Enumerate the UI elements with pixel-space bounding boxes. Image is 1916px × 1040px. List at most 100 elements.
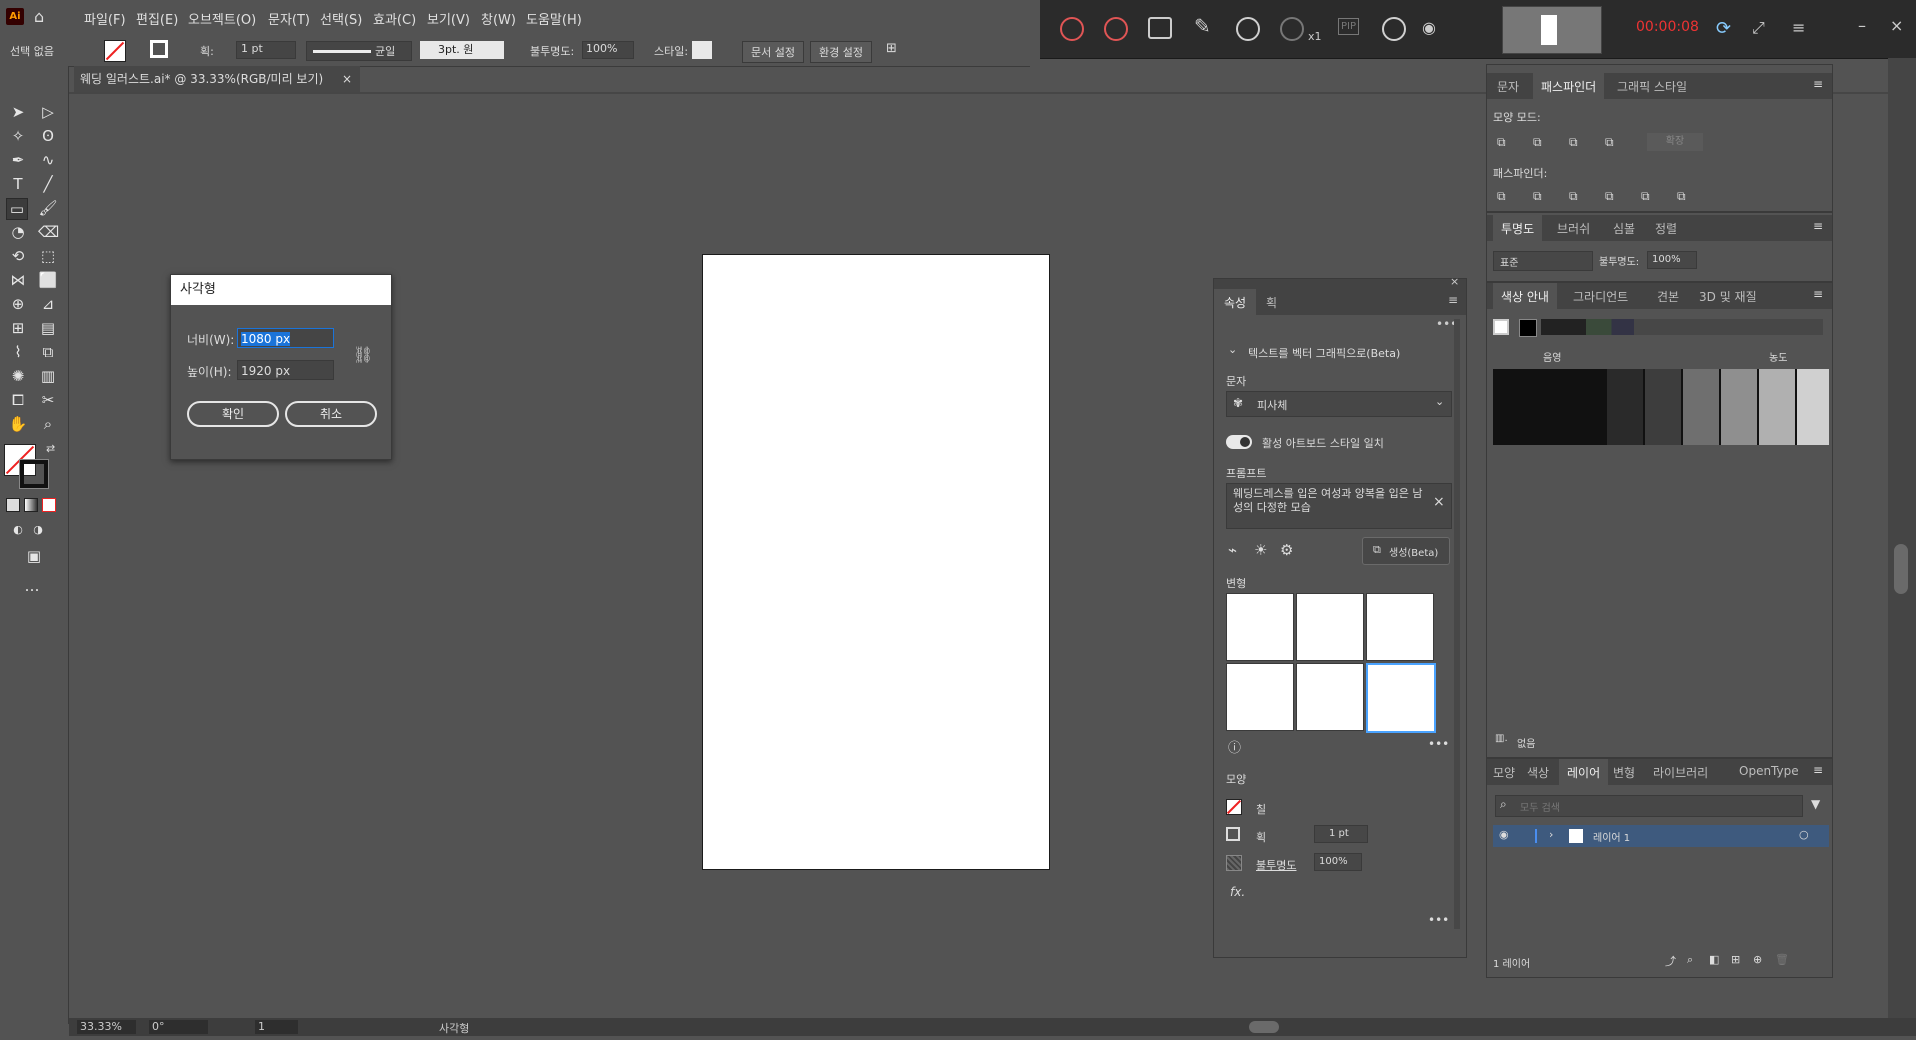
gradient-mode-icon[interactable] [24, 498, 38, 512]
prompt-suggestions-icon[interactable]: ☀ [1254, 541, 1267, 559]
zoom-field[interactable]: 33.33% [77, 1020, 136, 1034]
stop-icon[interactable] [1104, 17, 1128, 41]
opacity-field[interactable]: 100% [1314, 853, 1362, 871]
menu-type[interactable]: 문자(T) [268, 9, 310, 28]
screen-mode-icon[interactable]: ▣ [24, 546, 44, 566]
menu-object[interactable]: 오브젝트(O) [188, 9, 256, 28]
tab-properties[interactable]: 속성 [1214, 289, 1257, 316]
vertical-scrollbar[interactable] [1888, 58, 1916, 1018]
zoom-in-icon[interactable] [1236, 17, 1260, 41]
variable-width-profile[interactable]: 균일 [306, 41, 412, 61]
variation-thumbnail[interactable] [1366, 593, 1434, 661]
match-style-toggle[interactable] [1226, 435, 1252, 449]
tab-pathfinder[interactable]: 패스파인더 [1533, 73, 1605, 100]
tab-align[interactable]: 정렬 [1655, 220, 1677, 237]
swap-colors-icon[interactable]: ⇄ [46, 442, 55, 455]
artboard-number[interactable]: 1 [255, 1020, 298, 1034]
layer-name[interactable]: 레이어 1 [1593, 829, 1630, 844]
eye-icon[interactable]: ◉ [1422, 18, 1436, 37]
tab-layers[interactable]: 레이어 [1559, 759, 1609, 786]
none-mode-icon[interactable] [42, 498, 56, 512]
menu-window[interactable]: 창(W) [481, 9, 516, 28]
expand-layer-chevron-icon[interactable]: › [1549, 828, 1553, 841]
layer-row[interactable]: ◉ › 레이어 1 ○ [1493, 825, 1829, 847]
harmony-swatch[interactable] [1519, 319, 1537, 337]
perspective-grid-tool-icon[interactable]: ⊿ [38, 294, 58, 314]
minimize-icon[interactable]: – [1858, 16, 1866, 35]
selection-tool-icon[interactable]: ➤ [8, 102, 28, 122]
export-icon[interactable]: ⤴ [1665, 953, 1676, 969]
eraser-tool-icon[interactable]: ⌫ [38, 222, 59, 242]
stroke-weight-input[interactable]: 1 pt [236, 41, 296, 59]
stroke-swatch[interactable] [150, 40, 168, 58]
height-input[interactable]: 1920 px [237, 360, 334, 380]
variation-thumbnail[interactable] [1296, 593, 1364, 661]
tab-transform[interactable]: 변형 [1613, 764, 1635, 781]
horizontal-scroll-thumb[interactable] [1249, 1021, 1279, 1033]
variation-thumbnail[interactable] [1226, 593, 1294, 661]
menu-edit[interactable]: 편집(E) [136, 9, 178, 28]
tab-transparency[interactable]: 투명도 [1493, 215, 1543, 242]
stroke-weight-field[interactable]: 1 pt [1314, 825, 1368, 843]
tab-color-guide[interactable]: 색상 안내 [1493, 283, 1557, 310]
color-variation-grid[interactable] [1493, 369, 1829, 445]
target-circle-icon[interactable]: ○ [1799, 828, 1809, 841]
menu-view[interactable]: 보기(V) [427, 9, 470, 28]
more-tools-icon[interactable]: … [22, 576, 42, 596]
menu-select[interactable]: 선택(S) [320, 9, 362, 28]
home-icon[interactable]: ⌂ [34, 7, 54, 27]
intersect-icon[interactable]: ⧉ [1569, 135, 1578, 150]
cursor-effect-icon[interactable] [1382, 17, 1406, 41]
settings-gear-icon[interactable]: ⚙ [1280, 541, 1293, 559]
crop-icon[interactable]: ⧉ [1605, 189, 1614, 204]
delete-layer-icon[interactable]: 🗑 [1775, 953, 1789, 966]
swatch-library-icon[interactable]: ▥. [1495, 733, 1508, 744]
base-color-swatch[interactable] [1493, 319, 1509, 335]
fill-swatch[interactable] [104, 40, 126, 62]
style-swatch[interactable] [692, 41, 712, 59]
rotation-field[interactable]: 0° [149, 1020, 208, 1034]
eyedropper-tool-icon[interactable]: ⌇ [8, 342, 28, 362]
clipping-mask-icon[interactable]: ◧ [1709, 953, 1719, 966]
minus-back-icon[interactable]: ⧉ [1677, 189, 1686, 204]
brush-definition[interactable]: 3pt. 원 [420, 41, 504, 59]
outline-icon[interactable]: ⧉ [1641, 189, 1650, 204]
prompt-textarea[interactable]: 웨딩드레스를 입은 여성과 양복을 입은 남성의 다정한 모습 × [1226, 483, 1452, 529]
minus-front-icon[interactable]: ⧉ [1533, 135, 1542, 150]
fx-button[interactable]: fx. [1230, 885, 1245, 899]
document-setup-button[interactable]: 문서 설정 [742, 41, 804, 63]
align-icon[interactable]: ⊞ [886, 41, 897, 56]
variation-thumbnail[interactable] [1226, 663, 1294, 731]
trim-icon[interactable]: ⧉ [1533, 189, 1542, 204]
camera-icon[interactable] [1148, 17, 1172, 39]
width-input[interactable]: 1080 px [237, 328, 334, 348]
generate-button[interactable]: ⧉ 생성(Beta) [1362, 537, 1450, 565]
tab-swatches[interactable]: 견본 [1657, 288, 1679, 305]
tab-stroke[interactable]: 획 [1266, 294, 1277, 311]
artboard[interactable] [702, 254, 1050, 870]
unite-icon[interactable]: ⧉ [1497, 135, 1506, 150]
harmony-rules-dropdown[interactable] [1541, 319, 1823, 335]
type-tool-icon[interactable]: T [8, 174, 28, 194]
opacity-label[interactable]: 불투명도 [1256, 857, 1296, 873]
zoom-out-icon[interactable] [1280, 17, 1304, 41]
scale-tool-icon[interactable]: ⬚ [38, 246, 58, 266]
symbol-sprayer-tool-icon[interactable]: ✺ [8, 366, 28, 386]
constrain-proportions-icon[interactable]: ⛓ [353, 345, 373, 364]
free-transform-tool-icon[interactable]: ⬜ [38, 270, 58, 290]
curvature-tool-icon[interactable]: ∿ [38, 150, 58, 170]
color-mode-icon[interactable] [6, 498, 20, 512]
variation-thumbnail[interactable] [1296, 663, 1364, 731]
panel-menu-icon[interactable]: ≡ [1813, 219, 1823, 233]
new-layer-icon[interactable]: ⊕ [1753, 953, 1762, 966]
resize-icon[interactable]: ⤢ [1752, 18, 1765, 38]
layers-search-input[interactable]: ⌕ 모두 검색 [1495, 795, 1803, 817]
tab-graphic-styles[interactable]: 그래픽 스타일 [1617, 78, 1687, 95]
locate-object-icon[interactable]: ⌕ [1687, 953, 1693, 967]
lasso-tool-icon[interactable]: ʘ [38, 126, 58, 146]
more-options-icon[interactable]: ••• [1428, 737, 1449, 751]
panel-menu-icon[interactable]: ≡ [1813, 287, 1823, 301]
cancel-button[interactable]: 취소 [285, 401, 377, 427]
stroke-color-swatch[interactable] [19, 459, 49, 489]
draw-behind-icon[interactable]: ◑ [28, 520, 48, 540]
